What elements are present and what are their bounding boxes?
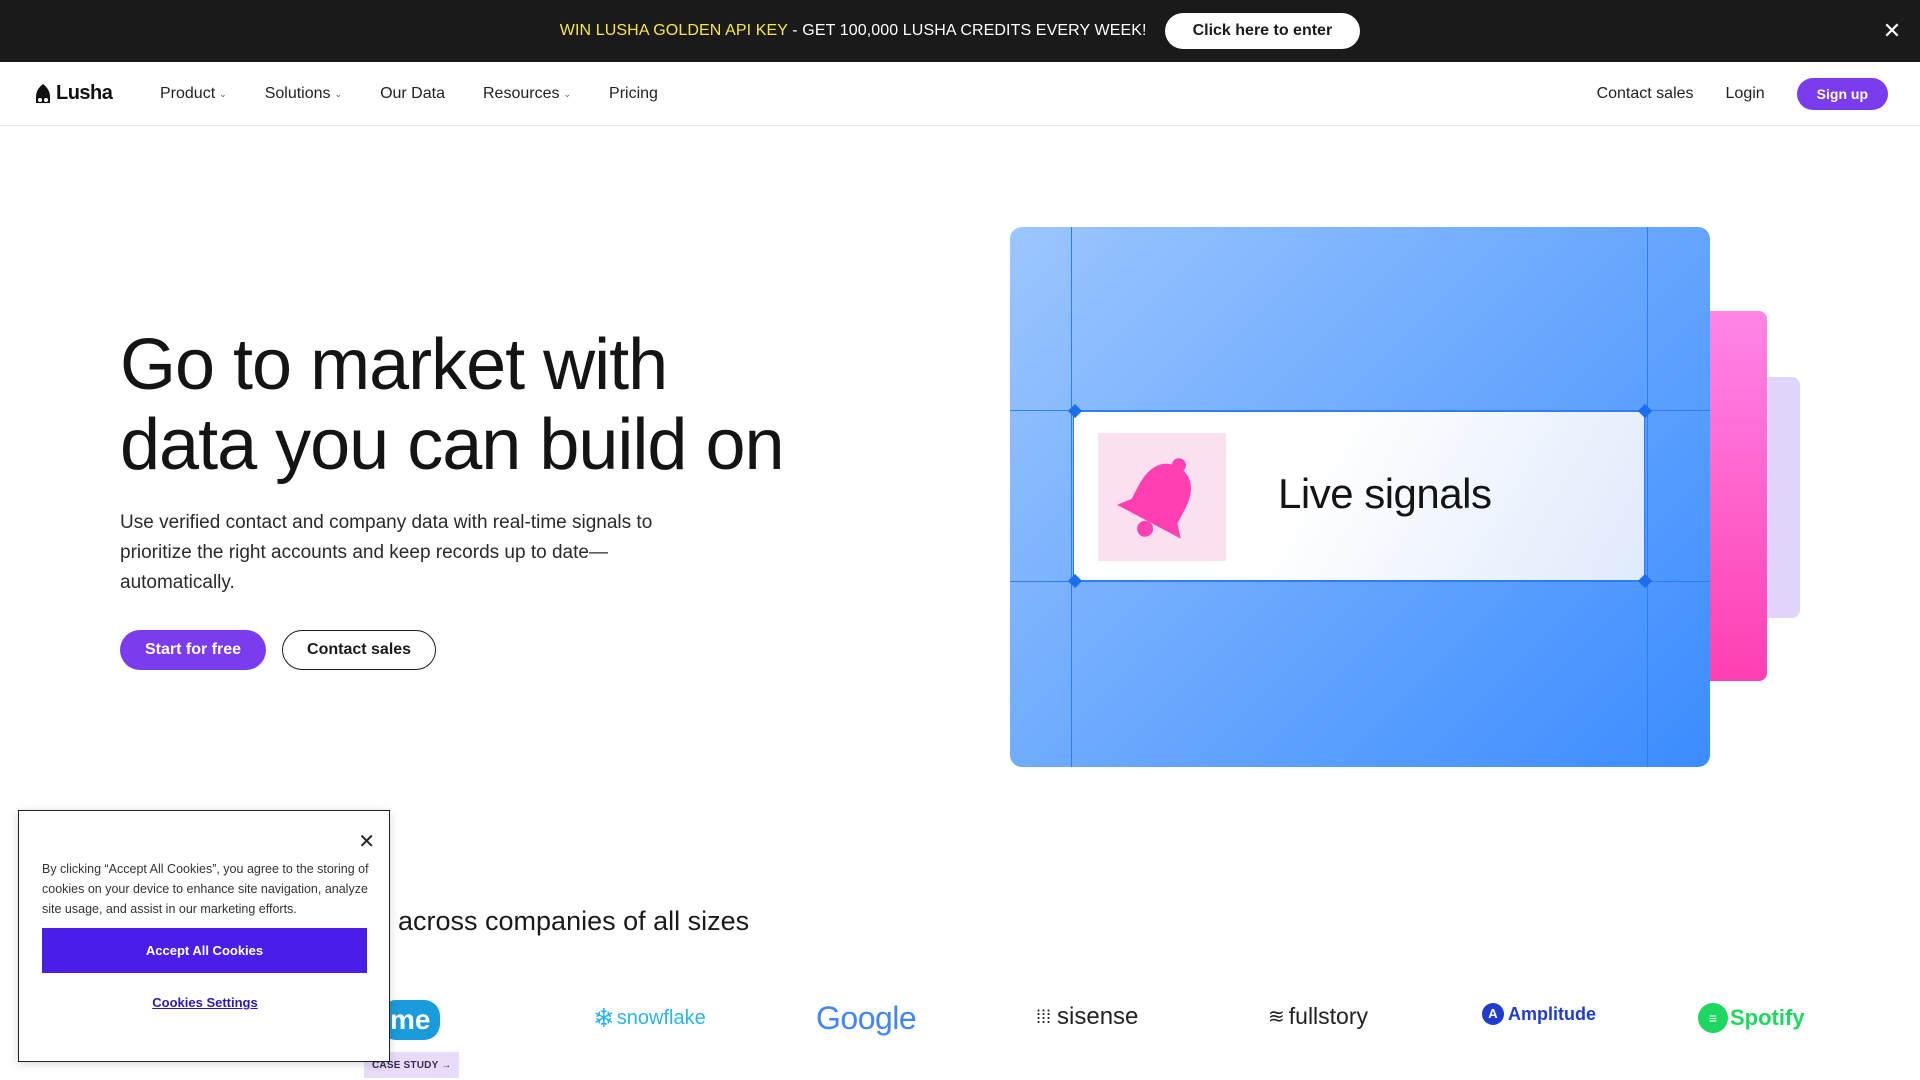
signup-button[interactable]: Sign up	[1796, 78, 1888, 110]
promo-enter-button[interactable]: Click here to enter	[1164, 13, 1361, 49]
chevron-down-icon: ⌄	[563, 88, 572, 99]
logo-sisense[interactable]: ⁞⁞⁞ sisense	[1036, 1003, 1138, 1031]
cookie-banner: ✕ By clicking “Accept All Cookies”, you …	[18, 810, 390, 1062]
close-icon[interactable]: ✕	[358, 829, 375, 854]
bell-tile	[1098, 433, 1226, 561]
nav-item-our-data[interactable]: Our Data	[380, 85, 445, 103]
nav-item-pricing[interactable]: Pricing	[609, 85, 658, 103]
logo-google[interactable]: Google	[816, 1000, 917, 1037]
hero-title-line1: Go to market with	[120, 325, 668, 405]
live-signals-label: Live signals	[1278, 470, 1492, 517]
spotify-logo-text: Spotify	[1730, 1005, 1805, 1030]
nav-item-solutions[interactable]: Solutions ⌄	[265, 85, 342, 103]
chevron-down-icon: ⌄	[334, 88, 343, 99]
promo-banner: WIN LUSHA GOLDEN API KEY - GET 100,000 L…	[0, 0, 1920, 62]
promo-highlight: WIN LUSHA GOLDEN API KEY	[559, 22, 788, 39]
contact-sales-link[interactable]: Contact sales	[1597, 85, 1694, 103]
amplitude-icon: A	[1482, 1003, 1504, 1025]
hero-title: Go to market with data you can build on	[120, 325, 840, 485]
fullstory-logo-text: fullstory	[1288, 1003, 1369, 1029]
nav-actions: Contact sales Login Sign up	[1565, 62, 1888, 126]
login-link[interactable]: Login	[1726, 85, 1765, 103]
promo-message: - GET 100,000 LUSHA CREDITS EVERY WEEK!	[787, 22, 1147, 39]
close-icon[interactable]: ✕	[1880, 19, 1904, 43]
grid-line	[1071, 227, 1072, 767]
bell-icon	[1117, 458, 1191, 539]
spotify-icon: ≡	[1698, 1003, 1728, 1033]
contact-sales-button[interactable]: Contact sales	[282, 630, 437, 670]
grid-line	[1010, 581, 1710, 582]
sisense-icon: ⁞⁞⁞	[1036, 1006, 1052, 1027]
cookies-settings-link[interactable]: Cookies Settings	[19, 995, 391, 1010]
logos-heading: across companies of all sizes	[398, 906, 750, 936]
hero-title-line2: data you can build on	[120, 405, 785, 485]
logo-snowflake[interactable]: ❄ snowflake	[593, 1003, 706, 1034]
sisense-logo-text: sisense	[1057, 1003, 1139, 1030]
hero-cta-row: Start for free Contact sales	[120, 630, 437, 670]
start-for-free-button[interactable]: Start for free	[120, 630, 267, 670]
logo[interactable]: Lusha	[33, 82, 113, 105]
logo-text: Lusha	[56, 82, 113, 104]
lusha-logo-icon	[36, 83, 50, 103]
nav-item-label: Product	[160, 85, 216, 102]
amplitude-logo-text: Amplitude	[1508, 1003, 1596, 1024]
nav-item-product[interactable]: Product ⌄	[160, 85, 227, 103]
nav-item-label: Pricing	[609, 85, 658, 102]
nav-item-resources[interactable]: Resources ⌄	[483, 85, 571, 103]
chevron-down-icon: ⌄	[219, 88, 227, 99]
hero-subtitle: Use verified contact and company data wi…	[120, 512, 653, 593]
accept-all-cookies-button[interactable]: Accept All Cookies	[42, 928, 367, 973]
nav-item-label: Resources	[482, 85, 560, 102]
logo-fullstory[interactable]: ≋ fullstory	[1268, 1003, 1368, 1030]
fullstory-icon: ≋	[1268, 1006, 1285, 1028]
nav-menu: Product ⌄ Solutions ⌄ Our Data Resources ⌄ …	[160, 62, 696, 126]
logo-amplitude[interactable]: A Amplitude	[1482, 1003, 1596, 1025]
cookie-text: By clicking “Accept All Cookies”, you ag…	[42, 862, 369, 916]
google-logo-text: Google	[816, 1000, 917, 1036]
snowflake-logo-text: snowflake	[616, 1007, 706, 1029]
main-nav: Lusha Product ⌄ Solutions ⌄ Our Data Resou…	[0, 62, 1920, 126]
promo-text: WIN LUSHA GOLDEN API KEY - GET 100,000 L…	[560, 22, 1147, 40]
nav-item-label: Our Data	[380, 85, 445, 102]
logo-spotify[interactable]: ≡ Spotify	[1698, 1003, 1805, 1033]
snowflake-icon: ❄	[593, 1003, 615, 1033]
grid-line	[1647, 227, 1648, 767]
nav-item-label: Solutions	[264, 85, 331, 102]
